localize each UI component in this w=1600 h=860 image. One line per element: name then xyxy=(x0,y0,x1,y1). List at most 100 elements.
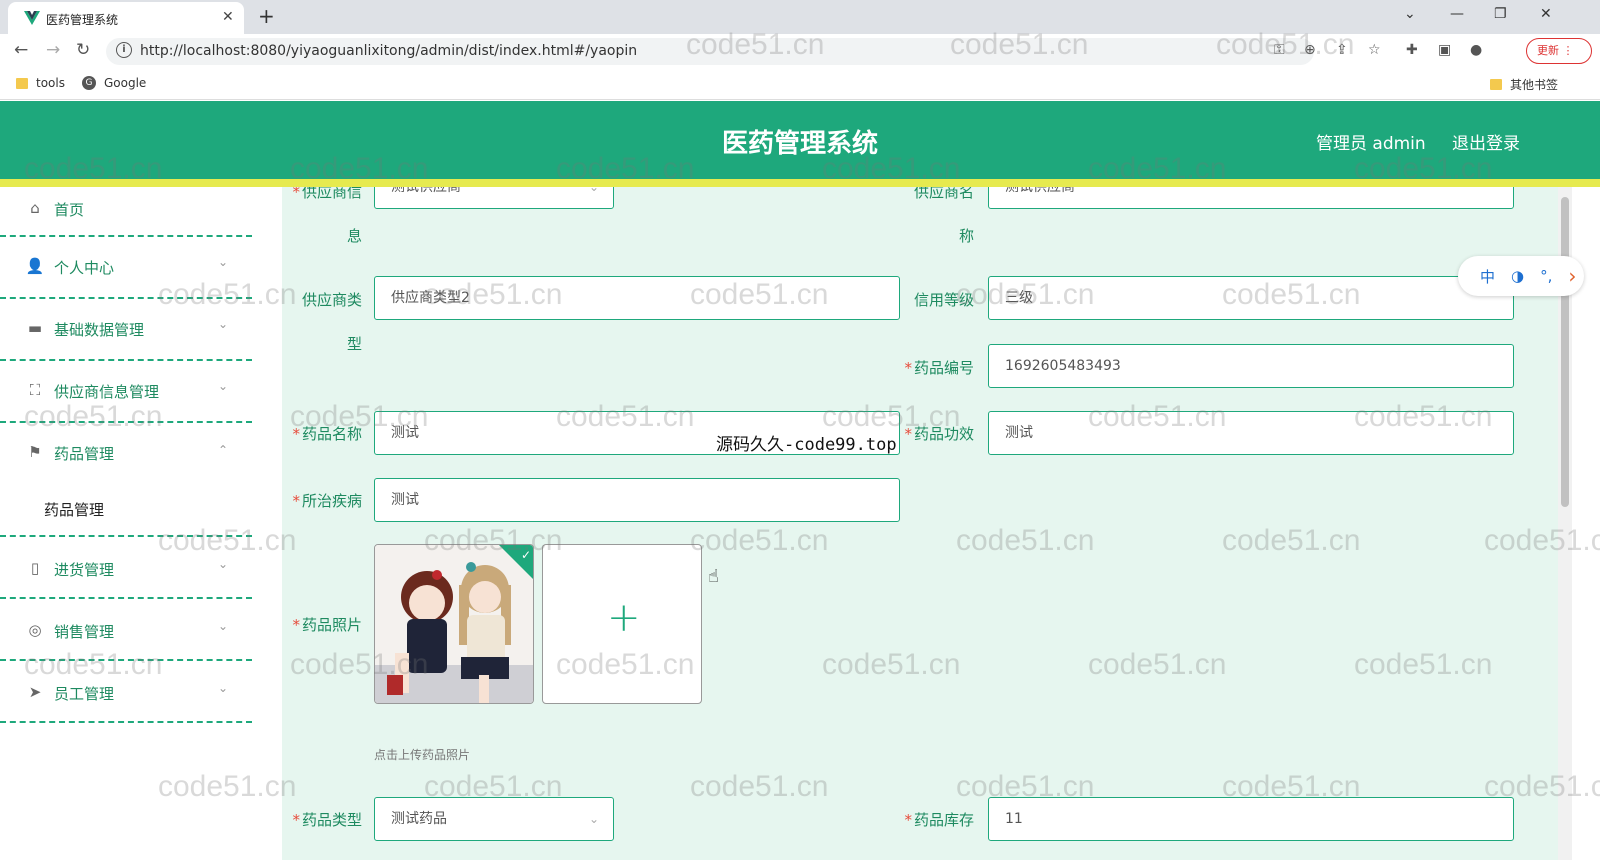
chevron-down-icon: ⌄ xyxy=(218,379,229,393)
reload-button[interactable]: ↻ xyxy=(76,40,90,60)
other-bookmarks[interactable]: 其他书签 xyxy=(1490,76,1558,93)
logout-button[interactable]: 退出登录 xyxy=(1452,129,1520,154)
back-button[interactable]: ← xyxy=(14,40,28,60)
bottle-icon: ▯ xyxy=(30,559,40,577)
flag-icon: ⚑ xyxy=(28,443,42,461)
bookmark-label: tools xyxy=(36,76,65,90)
supplier-info-select[interactable]: 测试供应商 ⌄ xyxy=(374,187,614,209)
info-icon[interactable]: i xyxy=(116,42,132,58)
home-icon: ⌂ xyxy=(30,199,40,217)
close-tab-icon[interactable]: ✕ xyxy=(222,9,234,25)
profile-icon[interactable]: ● xyxy=(1470,42,1482,58)
plus-icon: + xyxy=(607,595,641,641)
sidebar-item-purchase[interactable]: ▯ 进货管理 ⌄ xyxy=(0,537,252,599)
sidebar-item-supplier[interactable]: ⛶ 供应商信息管理 ⌄ xyxy=(0,361,252,423)
drug-photo-thumbnail[interactable]: ✓ xyxy=(374,544,534,704)
url-text: http://localhost:8080/yiyaoguanlixitong/… xyxy=(140,43,638,59)
sidebar-item-label: 进货管理 xyxy=(54,561,115,579)
sidebar-subitem-drug-management[interactable]: 药品管理 xyxy=(44,499,104,520)
stock-value: 11 xyxy=(1005,811,1023,827)
drug-number-label: * 药品编号 xyxy=(904,359,974,377)
stock-field[interactable]: 11 xyxy=(988,797,1514,841)
drug-photo-label: * 药品照片 xyxy=(292,616,362,634)
chevron-right-icon[interactable]: › xyxy=(1568,264,1576,288)
maximize-button[interactable]: ❐ xyxy=(1494,6,1507,22)
bookmark-label: 其他书签 xyxy=(1510,78,1559,92)
sidebar-item-basic-data[interactable]: ▬ 基础数据管理 ⌄ xyxy=(0,299,252,361)
bookmark-tools[interactable]: tools xyxy=(16,76,65,90)
drug-form: * 供应商信息 测试供应商 ⌄ 供应商名称 测试供应商 供应商类型 供应商类型2 … xyxy=(282,187,1558,860)
close-window-button[interactable]: ✕ xyxy=(1540,6,1552,22)
bookmark-label: Google xyxy=(104,76,147,90)
supplier-info-value: 测试供应商 xyxy=(391,187,461,195)
sidebar-item-home[interactable]: ⌂ 首页 xyxy=(0,187,252,237)
share-icon[interactable]: ⇪ xyxy=(1336,42,1348,58)
sidebar-item-label: 首页 xyxy=(54,201,85,219)
sidebar-item-drug[interactable]: ⚑ 药品管理 ⌃ 药品管理 xyxy=(0,423,252,537)
drug-type-label: * 药品类型 xyxy=(292,811,362,829)
monitor-icon: ▬ xyxy=(27,319,43,337)
side-panel-icon[interactable]: ▣ xyxy=(1438,42,1451,58)
credit-level-field[interactable]: 三级 xyxy=(988,276,1514,320)
ime-toolbar: 中 ◑ °, › xyxy=(1458,256,1584,296)
drug-type-value: 测试药品 xyxy=(391,811,447,827)
url-input[interactable]: i http://localhost:8080/yiyaoguanlixiton… xyxy=(106,38,1316,65)
stock-label: * 药品库存 xyxy=(904,811,974,829)
crop-icon: ⛶ xyxy=(29,381,41,399)
minimize-button[interactable]: — xyxy=(1450,6,1464,22)
sidebar-item-label: 员工管理 xyxy=(54,685,115,703)
update-button[interactable]: 更新 ⋮ xyxy=(1526,38,1592,64)
send-icon: ➤ xyxy=(28,683,42,701)
forward-button[interactable]: → xyxy=(46,40,60,60)
chevron-up-icon: ⌃ xyxy=(218,443,229,457)
chevron-down-icon: ⌄ xyxy=(218,317,229,331)
tab-search-icon[interactable]: ⌄ xyxy=(1404,6,1416,22)
admin-user-label[interactable]: 管理员 admin xyxy=(1316,129,1426,154)
supplier-info-label: * 供应商信息 xyxy=(292,187,362,245)
bookmark-star-icon[interactable]: ☆ xyxy=(1368,42,1381,58)
moon-icon[interactable]: ◑ xyxy=(1511,267,1524,285)
folder-icon xyxy=(16,77,28,89)
credit-level-value: 三级 xyxy=(1005,290,1033,306)
supplier-type-field[interactable]: 供应商类型2 xyxy=(374,276,900,320)
sidebar-item-label: 销售管理 xyxy=(54,623,115,641)
sidebar-item-label: 药品管理 xyxy=(54,445,115,463)
supplier-name-value: 测试供应商 xyxy=(1005,187,1075,195)
new-tab-button[interactable]: + xyxy=(258,4,275,28)
sidebar-item-label: 基础数据管理 xyxy=(54,321,145,339)
credit-level-label: 信用等级 xyxy=(913,291,974,309)
upload-photo-button[interactable]: + xyxy=(542,544,702,704)
sidebar-item-personal-center[interactable]: 👤 个人中心 ⌄ xyxy=(0,237,252,299)
drug-effect-value: 测试 xyxy=(1005,425,1033,441)
drug-effect-field[interactable]: 测试 xyxy=(988,411,1514,455)
punctuation-icon[interactable]: °, xyxy=(1540,267,1552,285)
supplier-type-label: 供应商类型 xyxy=(301,291,362,353)
chevron-down-icon: ⌄ xyxy=(218,557,229,571)
key-icon[interactable]: ⚿ xyxy=(1274,42,1285,58)
app-header: 医药管理系统 管理员 admin 退出登录 xyxy=(0,101,1600,179)
disease-field[interactable]: 测试 xyxy=(374,478,900,522)
user-icon: 👤 xyxy=(25,257,45,275)
drug-number-field[interactable]: 1692605483493 xyxy=(988,344,1514,388)
anime-girls-image: ✓ xyxy=(375,545,533,703)
chevron-down-icon: ⌄ xyxy=(218,681,229,695)
drug-number-value: 1692605483493 xyxy=(1005,358,1121,374)
bookmark-google[interactable]: G Google xyxy=(82,76,146,90)
drug-type-select[interactable]: 测试药品 ⌄ xyxy=(374,797,614,841)
browser-tab-bar: 医药管理系统 ✕ + ⌄ — ❐ ✕ xyxy=(0,0,1600,34)
browser-tab[interactable]: 医药管理系统 ✕ xyxy=(8,2,244,34)
supplier-name-label: 供应商名称 xyxy=(913,187,974,245)
update-label: 更新 xyxy=(1537,44,1559,57)
sidebar-item-staff[interactable]: ➤ 员工管理 ⌄ xyxy=(0,661,252,723)
folder-icon xyxy=(1490,79,1502,90)
scrollbar-thumb[interactable] xyxy=(1561,197,1569,507)
supplier-name-field[interactable]: 测试供应商 xyxy=(988,187,1514,209)
sidebar-item-label: 个人中心 xyxy=(54,259,115,277)
extensions-icon[interactable]: ✚ xyxy=(1406,42,1418,58)
google-icon: G xyxy=(82,76,96,90)
hand-cursor-icon: ☝ xyxy=(708,566,719,587)
zoom-icon[interactable]: ⊕ xyxy=(1304,42,1316,58)
ime-chinese-toggle[interactable]: 中 xyxy=(1480,266,1495,287)
supplier-type-value: 供应商类型2 xyxy=(391,290,470,306)
sidebar-item-sales[interactable]: ◎ 销售管理 ⌄ xyxy=(0,599,252,661)
